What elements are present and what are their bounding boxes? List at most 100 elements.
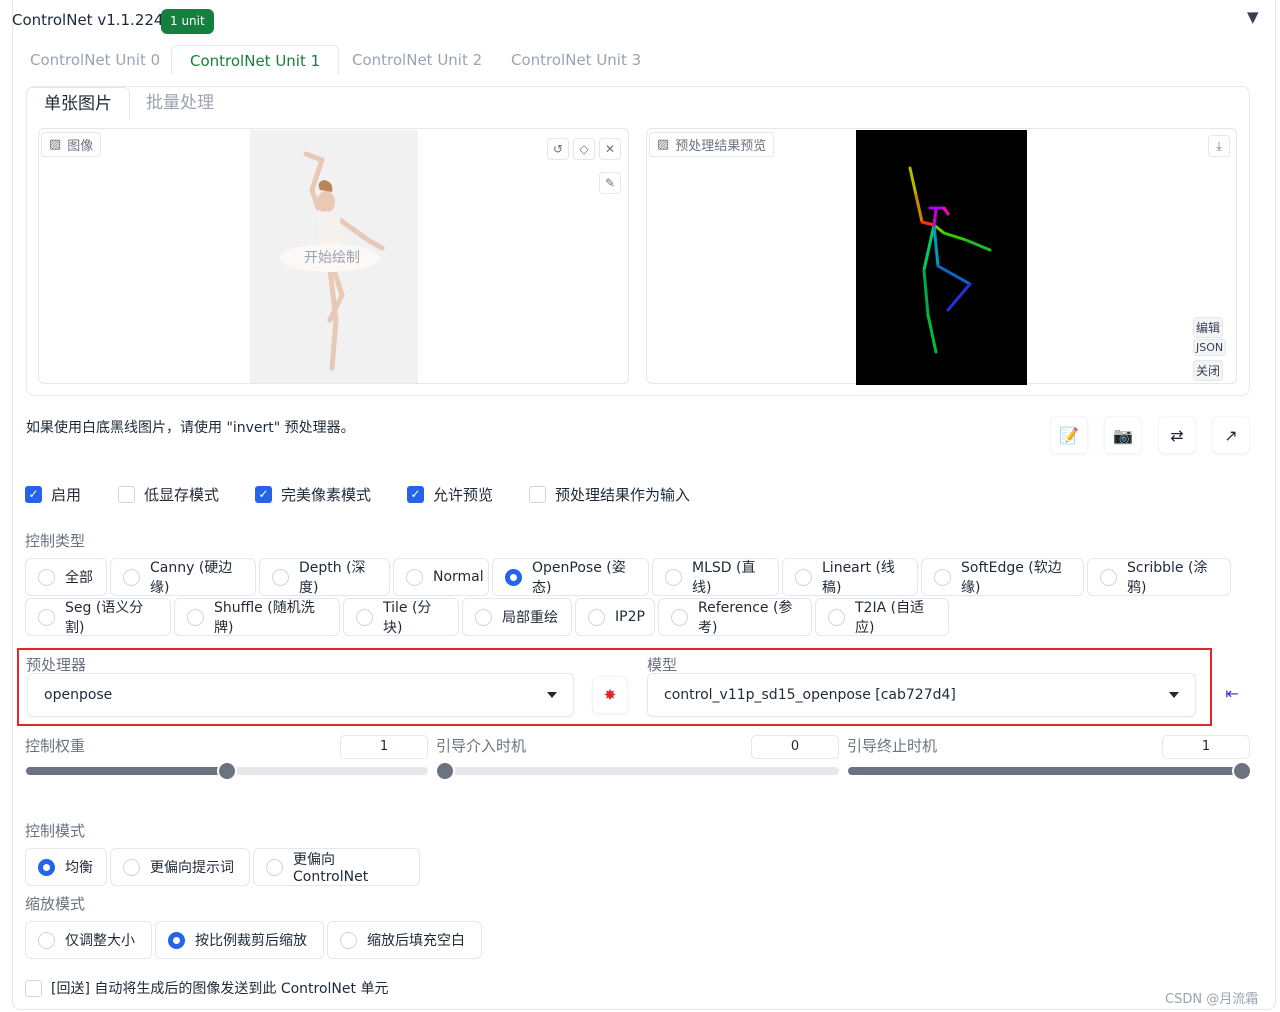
download-icon[interactable]: ⤓ [1208, 135, 1230, 157]
loopback-checkbox[interactable]: [回送] 自动将生成后的图像发送到此 ControlNet 单元 [25, 978, 388, 998]
preprocessor-as-input-checkbox[interactable]: 预处理结果作为输入 [529, 484, 690, 504]
checkbox-unchecked-icon[interactable] [25, 979, 42, 997]
control-type-option[interactable]: MLSD (直线) [652, 558, 779, 596]
radio-icon[interactable] [934, 568, 951, 586]
checkbox-checked-icon[interactable]: ✓ [25, 485, 42, 503]
new-canvas-icon[interactable]: 📝 [1050, 416, 1088, 454]
tab-unit-1[interactable]: ControlNet Unit 1 [171, 45, 340, 75]
tab-unit-3[interactable]: ControlNet Unit 3 [493, 45, 659, 75]
resize-mode-crop[interactable]: 按比例裁剪后缩放 [155, 921, 324, 959]
radio-icon[interactable] [671, 608, 688, 626]
tab-single-image[interactable]: 单张图片 [26, 87, 130, 119]
unit-count-badge: 1 unit [161, 9, 214, 34]
radio-icon[interactable] [123, 568, 140, 586]
control-type-option[interactable]: T2IA (自适应) [815, 598, 949, 636]
radio-selected-icon[interactable] [38, 858, 55, 876]
guidance-start-slider[interactable] [437, 763, 839, 779]
image-label: ▨ 图像 [41, 132, 102, 157]
slider-thumb[interactable] [1234, 763, 1250, 779]
slider-fill [26, 767, 227, 775]
allow-preview-checkbox[interactable]: ✓ 允许预览 [407, 484, 493, 504]
radio-icon[interactable] [38, 931, 55, 949]
tab-unit-0[interactable]: ControlNet Unit 0 [12, 45, 178, 75]
radio-icon[interactable] [1100, 568, 1117, 586]
checkbox-unchecked-icon[interactable] [118, 485, 135, 503]
close-preview-button[interactable]: 关闭 [1193, 360, 1224, 381]
image-icon: ▨ [49, 137, 62, 152]
watermark: CSDN @月流霜 [1165, 992, 1259, 1007]
radio-icon[interactable] [475, 608, 492, 626]
resize-mode-fill[interactable]: 缩放后填充空白 [327, 921, 482, 959]
radio-selected-icon[interactable] [505, 568, 522, 586]
brush-icon[interactable]: ✎ [599, 172, 621, 194]
control-type-option[interactable]: 局部重绘 [462, 598, 572, 636]
radio-icon[interactable] [272, 568, 289, 586]
control-type-option[interactable]: Canny (硬边缘) [110, 558, 256, 596]
pixel-perfect-checkbox[interactable]: ✓ 完美像素模式 [255, 484, 371, 504]
json-button[interactable]: JSON [1193, 339, 1227, 356]
send-dimensions-icon[interactable]: ↗ [1212, 416, 1250, 454]
slider-thumb[interactable] [219, 763, 235, 779]
control-type-option[interactable]: SoftEdge (软边缘) [921, 558, 1084, 596]
swap-icon[interactable]: ⇄ [1158, 416, 1196, 454]
control-type-option[interactable]: 全部 [25, 558, 107, 596]
control-type-option[interactable]: Seg (语义分割) [25, 598, 171, 636]
refresh-models-icon[interactable]: ⇤ [1219, 684, 1245, 708]
resize-mode-just-resize[interactable]: 仅调整大小 [25, 921, 152, 959]
radio-icon[interactable] [123, 858, 140, 876]
radio-icon[interactable] [340, 931, 357, 949]
collapse-icon[interactable]: ▼ [1247, 8, 1259, 26]
guidance-end-input[interactable]: 1 [1162, 735, 1250, 759]
slider-thumb[interactable] [437, 763, 453, 779]
radio-icon[interactable] [588, 608, 605, 626]
invert-hint: 如果使用白底黑线图片，请使用 "invert" 预处理器。 [26, 420, 355, 436]
radio-icon[interactable] [187, 608, 204, 626]
control-type-option[interactable]: Reference (参考) [658, 598, 812, 636]
pose-skeleton-icon [908, 166, 992, 354]
control-mode-balanced[interactable]: 均衡 [25, 848, 107, 886]
start-drawing-text: 开始绘制 [304, 250, 360, 266]
control-type-option[interactable]: Tile (分块) [343, 598, 459, 636]
tab-unit-2[interactable]: ControlNet Unit 2 [334, 45, 500, 75]
undo-icon[interactable]: ↺ [547, 138, 569, 160]
eraser-icon[interactable]: ◇ [573, 138, 595, 160]
control-type-option[interactable]: Lineart (线稿) [782, 558, 918, 596]
control-type-label: 控制类型 [25, 532, 86, 550]
checkbox-checked-icon[interactable]: ✓ [255, 485, 272, 503]
image-icon: ▨ [657, 137, 670, 152]
tab-batch[interactable]: 批量处理 [129, 87, 231, 119]
control-mode-controlnet[interactable]: 更偏向 ControlNet [253, 848, 420, 886]
control-mode-label: 控制模式 [25, 822, 86, 840]
radio-icon[interactable] [38, 608, 55, 626]
radio-icon[interactable] [795, 568, 812, 586]
panel-title[interactable]: ControlNet v1.1.224 [12, 11, 163, 29]
checkbox-unchecked-icon[interactable] [529, 485, 546, 503]
control-type-option[interactable]: Normal [393, 558, 489, 596]
checkbox-checked-icon[interactable]: ✓ [407, 485, 424, 503]
camera-icon[interactable]: 📷 [1104, 416, 1142, 454]
control-type-option[interactable]: IP2P [575, 598, 655, 636]
edit-pose-button[interactable]: 编辑 [1193, 317, 1224, 338]
control-type-option[interactable]: Depth (深度) [259, 558, 390, 596]
guidance-start-input[interactable]: 0 [751, 735, 839, 759]
radio-icon[interactable] [38, 568, 55, 586]
control-mode-prompt[interactable]: 更偏向提示词 [110, 848, 250, 886]
control-type-option-selected[interactable]: OpenPose (姿态) [492, 558, 649, 596]
radio-selected-icon[interactable] [168, 931, 185, 949]
close-icon[interactable]: ✕ [599, 138, 621, 160]
control-weight-slider[interactable] [26, 763, 428, 779]
control-weight-input[interactable]: 1 [340, 735, 428, 759]
radio-icon[interactable] [266, 858, 283, 876]
radio-icon[interactable] [406, 568, 423, 586]
lowvram-checkbox[interactable]: 低显存模式 [118, 484, 219, 504]
preview-label: ▨ 预处理结果预览 [649, 132, 775, 157]
input-image-canvas[interactable]: ▨ 图像 开始绘制 ↺ ◇ ✕ ✎ [38, 128, 629, 384]
radio-icon[interactable] [828, 608, 845, 626]
openpose-preview [856, 130, 1027, 385]
radio-icon[interactable] [665, 568, 682, 586]
control-type-option[interactable]: Scribble (涂鸦) [1087, 558, 1231, 596]
enable-checkbox[interactable]: ✓ 启用 [25, 484, 81, 504]
guidance-end-slider[interactable] [848, 763, 1250, 779]
radio-icon[interactable] [356, 608, 373, 626]
control-type-option[interactable]: Shuffle (随机洗牌) [174, 598, 340, 636]
